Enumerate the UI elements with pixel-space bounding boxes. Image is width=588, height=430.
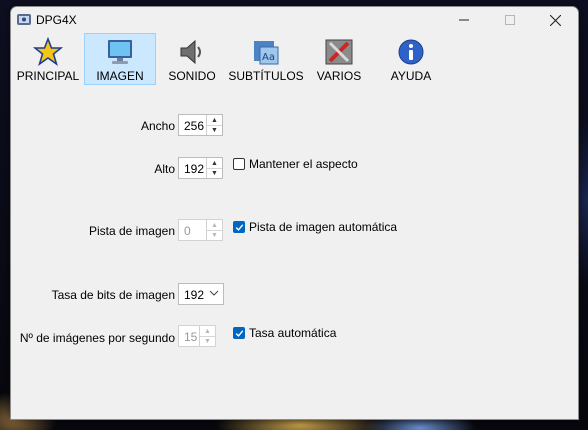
tab-subtitulos[interactable]: Aa SUBTÍTULOS: [227, 33, 305, 85]
tab-varios[interactable]: VARIOS: [309, 33, 369, 85]
width-value: 256: [184, 119, 205, 133]
spin-buttons: ▲ ▼: [199, 326, 215, 346]
spin-buttons: ▲ ▼: [206, 158, 222, 178]
tab-ayuda[interactable]: AYUDA: [379, 33, 443, 85]
tab-label: PRINCIPAL: [16, 69, 80, 83]
subtitles-icon: Aa: [254, 41, 279, 65]
tab-label: AYUDA: [390, 69, 432, 83]
star-icon: [33, 37, 63, 66]
tab-label: SUBTÍTULOS: [228, 69, 304, 83]
height-value: 192: [184, 162, 205, 176]
spin-buttons: ▲ ▼: [206, 115, 222, 135]
minimize-icon: [459, 19, 469, 21]
auto-track-checkbox[interactable]: Pista de imagen automática: [233, 220, 397, 234]
info-icon: [398, 39, 424, 65]
app-window: DPG4X PRINCIPAL IMAGEN SONIDO Aa SUBTÍTU…: [10, 6, 579, 420]
checkmark-icon: [235, 223, 243, 231]
checkbox-box: [233, 327, 245, 339]
width-spinner[interactable]: 256 ▲ ▼: [178, 114, 223, 136]
close-button[interactable]: [532, 7, 578, 33]
height-label: Alto: [154, 162, 175, 176]
auto-rate-label: Tasa automática: [249, 326, 337, 340]
spin-down-button[interactable]: ▼: [200, 336, 215, 346]
minimize-button[interactable]: [441, 7, 487, 33]
fps-value: 15: [184, 330, 198, 344]
keep-aspect-checkbox[interactable]: Mantener el aspecto: [233, 157, 358, 171]
width-label: Ancho: [140, 119, 175, 133]
tab-label: SONIDO: [168, 69, 216, 83]
window-title: DPG4X: [36, 13, 77, 27]
auto-track-label: Pista de imagen automática: [249, 220, 398, 234]
tab-label: VARIOS: [316, 69, 362, 83]
toolbar: PRINCIPAL IMAGEN SONIDO Aa SUBTÍTULOS VA…: [11, 33, 578, 89]
fps-spinner[interactable]: 15 ▲ ▼: [178, 325, 216, 347]
tab-principal[interactable]: PRINCIPAL: [15, 33, 81, 85]
height-spinner[interactable]: 192 ▲ ▼: [178, 157, 223, 179]
close-icon: [549, 14, 561, 26]
checkmark-icon: [235, 329, 243, 337]
video-track-spinner[interactable]: 0 ▲ ▼: [178, 219, 223, 241]
title-bar[interactable]: DPG4X: [11, 7, 578, 33]
keep-aspect-label: Mantener el aspecto: [249, 157, 358, 171]
maximize-button[interactable]: [487, 7, 533, 33]
fps-label: Nº de imágenes por segundo: [19, 331, 175, 345]
speaker-icon: [180, 39, 201, 65]
checkbox-box: [233, 158, 245, 170]
monitor-icon: [108, 40, 132, 64]
maximize-icon: [505, 15, 515, 25]
spin-down-button[interactable]: ▼: [207, 168, 222, 178]
auto-rate-checkbox[interactable]: Tasa automática: [233, 326, 336, 340]
video-track-label: Pista de imagen: [88, 224, 175, 238]
tab-label: IMAGEN: [96, 69, 144, 83]
app-icon: [17, 14, 31, 25]
spin-down-button[interactable]: ▼: [207, 125, 222, 135]
checkbox-box: [233, 221, 245, 233]
chevron-down-icon: [209, 290, 219, 296]
bitrate-value: 192: [184, 288, 205, 302]
spin-down-button[interactable]: ▼: [207, 230, 222, 240]
tab-sonido[interactable]: SONIDO: [161, 33, 223, 85]
spin-buttons: ▲ ▼: [206, 220, 222, 240]
bitrate-select[interactable]: 192: [178, 283, 224, 305]
tools-icon: [325, 39, 353, 65]
bitrate-label: Tasa de bits de imagen: [51, 288, 175, 302]
tab-imagen[interactable]: IMAGEN: [84, 33, 156, 85]
svg-text:Aa: Aa: [262, 52, 275, 63]
video-track-value: 0: [184, 224, 191, 238]
